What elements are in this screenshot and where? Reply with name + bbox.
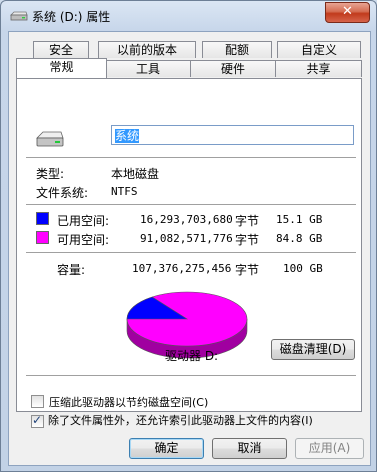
tab-quota[interactable]: 配额 [202,41,272,58]
used-space-bytes: 16,293,703,680 [140,213,233,226]
tab-label: 硬件 [220,62,245,76]
used-space-label: 已用空间: [57,214,110,228]
properties-window: 系统 (D:) 属性 ✕ 安全 以前的版本 配额 自定义 常规 工具 硬件 共享… [0,0,377,472]
compress-checkbox[interactable] [31,395,44,408]
close-button[interactable]: ✕ [325,2,370,23]
tab-label: 常规 [49,60,74,74]
compress-label: 压缩此驱动器以节约磁盘空间(C) [49,396,209,409]
tab-general[interactable]: 常规 [16,58,107,78]
capacity-label: 容量: [57,263,86,277]
cancel-button[interactable]: 取消 [212,438,287,459]
tab-label: 工具 [135,62,160,76]
volume-name-input[interactable]: 系统 [111,125,354,145]
general-panel: 系统 类型: 本地磁盘 文件系统: NTFS 已用空间: 16,293,703,… [16,78,362,428]
tab-customize[interactable]: 自定义 [277,41,361,58]
tab-previous-versions[interactable]: 以前的版本 [98,41,196,58]
tab-label: 自定义 [300,43,337,57]
type-value: 本地磁盘 [111,167,160,181]
separator [26,157,356,158]
tab-security[interactable]: 安全 [33,41,89,58]
drive-title-icon [10,11,28,21]
filesystem-value: NTFS [111,185,138,198]
index-checkbox[interactable] [31,413,44,428]
separator [26,252,356,253]
free-space-size: 84.8 GB [276,232,323,245]
tab-label: 共享 [306,62,331,76]
tab-sharing[interactable]: 共享 [275,60,362,77]
type-label: 类型: [36,167,65,181]
separator [26,204,356,205]
capacity-unit: 字节 [235,263,260,277]
ok-label: 确定 [154,441,179,455]
drive-icon [36,131,64,147]
capacity-bytes: 107,376,275,456 [132,262,232,275]
title-bar[interactable]: 系统 (D:) 属性 ✕ [1,1,376,31]
free-space-swatch [36,231,49,244]
free-space-bytes: 91,082,571,776 [140,232,233,245]
tab-label: 以前的版本 [116,43,177,57]
tab-tools[interactable]: 工具 [105,60,191,77]
drive-letter-label: 驱动器 D: [165,349,219,363]
tab-label: 安全 [48,43,73,57]
window-title: 系统 (D:) 属性 [32,10,111,24]
used-space-swatch [36,212,49,225]
used-space-unit: 字节 [235,214,260,228]
volume-name-text: 系统 [115,129,140,143]
apply-label: 应用(A) [308,441,351,455]
filesystem-label: 文件系统: [36,186,89,200]
used-space-size: 15.1 GB [276,213,323,226]
disk-cleanup-label: 磁盘清理(D) [279,342,347,356]
disk-cleanup-button[interactable]: 磁盘清理(D) [271,339,355,360]
dialog-client: 安全 以前的版本 配额 自定义 常规 工具 硬件 共享 系统 类型: 本地磁盘 … [8,31,371,466]
tab-label: 配额 [224,43,249,57]
tab-hardware[interactable]: 硬件 [190,60,276,77]
capacity-size: 100 GB [283,262,323,275]
free-space-label: 可用空间: [57,233,110,247]
separator [26,375,356,376]
cancel-label: 取消 [237,441,262,455]
index-label: 除了文件属性外，还允许索引此驱动器上文件的内容(I) [48,414,313,427]
free-space-unit: 字节 [235,233,260,247]
ok-button[interactable]: 确定 [129,438,204,459]
apply-button[interactable]: 应用(A) [295,438,364,459]
close-icon: ✕ [342,4,353,19]
